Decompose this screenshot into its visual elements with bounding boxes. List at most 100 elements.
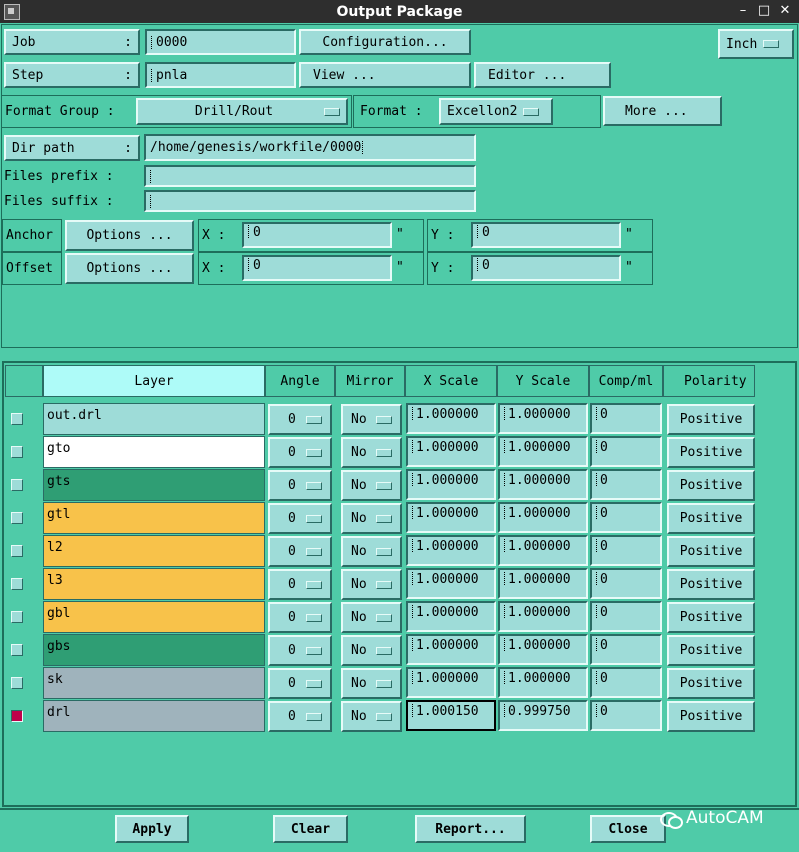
y-scale-input[interactable]: 1.000000 [498, 502, 588, 533]
more-button[interactable]: More ... [603, 96, 722, 126]
y-scale-input[interactable]: 1.000000 [498, 601, 588, 632]
row-select-checkbox[interactable] [11, 644, 23, 656]
layer-name-cell[interactable]: gbl [43, 601, 265, 633]
polarity-button[interactable]: Positive [667, 701, 755, 732]
y-scale-input[interactable]: 1.000000 [498, 535, 588, 566]
step-button[interactable]: Step: [4, 62, 140, 88]
mirror-select[interactable]: No [341, 701, 402, 732]
close-window-icon[interactable]: ✕ [776, 2, 794, 20]
offset-options-button[interactable]: Options ... [65, 253, 194, 284]
comp-input[interactable]: 0 [590, 469, 662, 500]
mirror-select[interactable]: No [341, 503, 402, 534]
angle-select[interactable]: 0 [268, 668, 332, 699]
row-select-checkbox[interactable] [11, 677, 23, 689]
format-select[interactable]: Excellon2 [439, 98, 553, 125]
comp-input[interactable]: 0 [590, 502, 662, 533]
layer-name-cell[interactable]: drl [43, 700, 265, 732]
row-select-checkbox[interactable] [11, 710, 23, 722]
layer-name-cell[interactable]: gbs [43, 634, 265, 666]
layer-name-cell[interactable]: gts [43, 469, 265, 501]
angle-select[interactable]: 0 [268, 470, 332, 501]
comp-input[interactable]: 0 [590, 700, 662, 731]
polarity-button[interactable]: Positive [667, 470, 755, 501]
angle-select[interactable]: 0 [268, 503, 332, 534]
offset-y-input[interactable]: 0 [471, 255, 621, 281]
x-scale-input[interactable]: 1.000000 [406, 469, 496, 500]
step-input[interactable]: pnla [145, 62, 296, 88]
files-suffix-input[interactable] [144, 190, 476, 212]
report-button[interactable]: Report... [415, 815, 526, 843]
dir-path-input[interactable]: /home/genesis/workfile/0000 [144, 134, 476, 161]
polarity-button[interactable]: Positive [667, 569, 755, 600]
y-scale-input[interactable]: 1.000000 [498, 667, 588, 698]
comp-input[interactable]: 0 [590, 634, 662, 665]
polarity-button[interactable]: Positive [667, 437, 755, 468]
minimize-icon[interactable]: – [734, 2, 752, 20]
comp-input[interactable]: 0 [590, 568, 662, 599]
app-icon[interactable] [4, 4, 20, 20]
mirror-select[interactable]: No [341, 536, 402, 567]
clear-button[interactable]: Clear [273, 815, 348, 843]
comp-input[interactable]: 0 [590, 601, 662, 632]
mirror-select[interactable]: No [341, 569, 402, 600]
format-group-select[interactable]: Drill/Rout [136, 98, 348, 125]
units-select[interactable]: Inch [718, 29, 794, 59]
polarity-button[interactable]: Positive [667, 635, 755, 666]
offset-x-input[interactable]: 0 [242, 255, 392, 281]
mirror-select[interactable]: No [341, 635, 402, 666]
y-scale-input[interactable]: 1.000000 [498, 469, 588, 500]
row-select-checkbox[interactable] [11, 578, 23, 590]
mirror-select[interactable]: No [341, 404, 402, 435]
x-scale-input[interactable]: 1.000000 [406, 502, 496, 533]
angle-select[interactable]: 0 [268, 602, 332, 633]
x-scale-input[interactable]: 1.000000 [406, 601, 496, 632]
angle-select[interactable]: 0 [268, 404, 332, 435]
angle-select[interactable]: 0 [268, 569, 332, 600]
configuration-button[interactable]: Configuration... [299, 29, 471, 55]
x-scale-input[interactable]: 1.000000 [406, 634, 496, 665]
maximize-icon[interactable]: □ [755, 2, 773, 20]
y-scale-input[interactable]: 0.999750 [498, 700, 588, 731]
y-scale-input[interactable]: 1.000000 [498, 436, 588, 467]
mirror-select[interactable]: No [341, 602, 402, 633]
editor-button[interactable]: Editor ... [474, 62, 611, 88]
layer-name-cell[interactable]: gto [43, 436, 265, 468]
close-button[interactable]: Close [590, 815, 666, 843]
anchor-x-input[interactable]: 0 [242, 222, 392, 248]
angle-select[interactable]: 0 [268, 635, 332, 666]
row-select-checkbox[interactable] [11, 413, 23, 425]
polarity-button[interactable]: Positive [667, 404, 755, 435]
x-scale-input[interactable]: 1.000150 [406, 700, 496, 731]
row-select-checkbox[interactable] [11, 512, 23, 524]
comp-input[interactable]: 0 [590, 667, 662, 698]
x-scale-input[interactable]: 1.000000 [406, 535, 496, 566]
job-button[interactable]: Job: [4, 29, 140, 55]
job-input[interactable]: 0000 [145, 29, 296, 55]
angle-select[interactable]: 0 [268, 701, 332, 732]
x-scale-input[interactable]: 1.000000 [406, 667, 496, 698]
mirror-select[interactable]: No [341, 668, 402, 699]
layer-name-cell[interactable]: gtl [43, 502, 265, 534]
comp-input[interactable]: 0 [590, 403, 662, 434]
view-button[interactable]: View ... [299, 62, 471, 88]
row-select-checkbox[interactable] [11, 545, 23, 557]
row-select-checkbox[interactable] [11, 446, 23, 458]
angle-select[interactable]: 0 [268, 437, 332, 468]
x-scale-input[interactable]: 1.000000 [406, 568, 496, 599]
x-scale-input[interactable]: 1.000000 [406, 436, 496, 467]
row-select-checkbox[interactable] [11, 611, 23, 623]
polarity-button[interactable]: Positive [667, 536, 755, 567]
y-scale-input[interactable]: 1.000000 [498, 403, 588, 434]
comp-input[interactable]: 0 [590, 535, 662, 566]
anchor-y-input[interactable]: 0 [471, 222, 621, 248]
mirror-select[interactable]: No [341, 470, 402, 501]
layer-name-cell[interactable]: sk [43, 667, 265, 699]
polarity-button[interactable]: Positive [667, 602, 755, 633]
layer-name-cell[interactable]: l3 [43, 568, 265, 600]
dir-path-button[interactable]: Dir path: [4, 135, 140, 161]
row-select-checkbox[interactable] [11, 479, 23, 491]
polarity-button[interactable]: Positive [667, 668, 755, 699]
angle-select[interactable]: 0 [268, 536, 332, 567]
comp-input[interactable]: 0 [590, 436, 662, 467]
y-scale-input[interactable]: 1.000000 [498, 568, 588, 599]
